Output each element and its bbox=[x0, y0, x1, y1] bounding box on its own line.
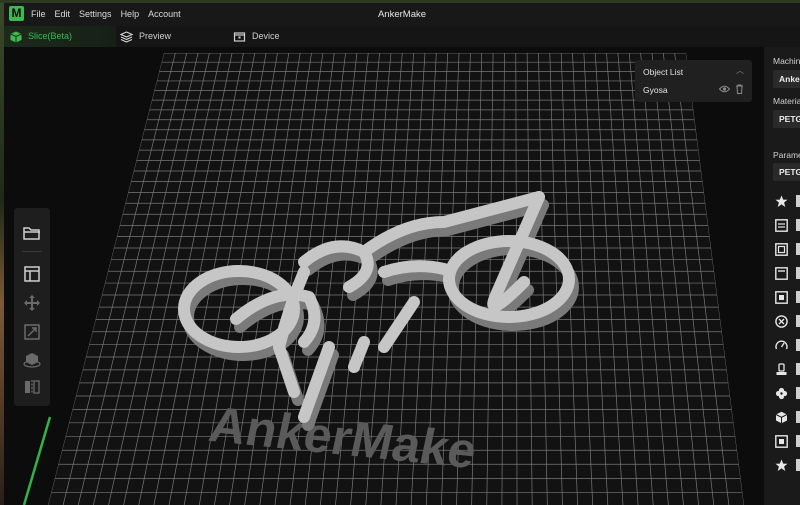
trash-icon[interactable] bbox=[735, 84, 744, 94]
move-icon bbox=[24, 295, 40, 311]
tab-preview-label: Preview bbox=[139, 31, 172, 41]
settings-label-fragment bbox=[796, 339, 800, 351]
scale-button[interactable] bbox=[20, 321, 44, 343]
mirror-button[interactable] bbox=[20, 376, 44, 398]
special-icon[interactable] bbox=[774, 434, 788, 448]
left-toolbar bbox=[14, 208, 50, 406]
machine-label: Machine bbox=[773, 56, 800, 66]
right-settings-panel: Machine Ankei Material PETG Parameters P… bbox=[764, 47, 800, 505]
parameter-select[interactable]: PETG bbox=[773, 163, 800, 181]
layer-height-icon[interactable] bbox=[774, 218, 788, 232]
object-list-item[interactable]: Gyosa bbox=[643, 85, 668, 95]
settings-label-fragment bbox=[796, 315, 800, 327]
machine-select[interactable]: Ankei bbox=[773, 70, 800, 88]
device-icon bbox=[233, 31, 246, 42]
y-axis-indicator bbox=[22, 416, 52, 505]
rotate-button[interactable] bbox=[20, 349, 44, 371]
top-bottom-icon[interactable] bbox=[774, 266, 788, 280]
infill-icon[interactable] bbox=[774, 290, 788, 304]
menu-settings[interactable]: Settings bbox=[79, 3, 112, 26]
parameter-label: Parameters bbox=[773, 150, 800, 160]
rotate-icon bbox=[23, 353, 41, 368]
tab-preview[interactable]: Preview bbox=[120, 26, 171, 47]
settings-label-fragment bbox=[796, 195, 800, 207]
menu-help[interactable]: Help bbox=[121, 3, 140, 26]
layout-icon bbox=[24, 266, 40, 282]
star-icon[interactable] bbox=[774, 458, 788, 472]
layout-button[interactable] bbox=[20, 263, 44, 285]
chevron-up-icon[interactable]: ︿ bbox=[736, 65, 744, 76]
support-icon[interactable] bbox=[774, 314, 788, 328]
layers-icon bbox=[120, 30, 133, 43]
object-list-panel: Object List ︿ Gyosa bbox=[635, 60, 752, 102]
wall-icon[interactable] bbox=[774, 242, 788, 256]
settings-label-fragment bbox=[796, 363, 800, 375]
star-icon[interactable] bbox=[774, 194, 788, 208]
tab-slice[interactable]: Slice(Beta) bbox=[4, 26, 116, 47]
scale-icon bbox=[24, 324, 40, 340]
speed-icon[interactable] bbox=[774, 338, 788, 352]
tab-device[interactable]: Device bbox=[233, 26, 280, 47]
mirror-icon bbox=[25, 380, 40, 394]
viewport-scene: AnkerMake bbox=[22, 53, 744, 505]
move-button[interactable] bbox=[20, 292, 44, 314]
menu-bar: File Edit Settings Help Account bbox=[31, 3, 190, 26]
menu-file[interactable]: File bbox=[31, 3, 46, 26]
material-label: Material bbox=[773, 96, 800, 106]
3d-viewport[interactable]: AnkerMake bbox=[4, 47, 764, 505]
app-logo-icon: M bbox=[9, 6, 24, 21]
settings-label-fragment bbox=[796, 459, 800, 471]
settings-label-fragment bbox=[796, 219, 800, 231]
tab-bar: Slice(Beta) Preview Device bbox=[4, 26, 800, 47]
cooling-icon[interactable] bbox=[774, 386, 788, 400]
menu-edit[interactable]: Edit bbox=[55, 3, 71, 26]
eye-icon[interactable] bbox=[719, 85, 730, 93]
settings-label-fragment bbox=[796, 387, 800, 399]
settings-label-fragment bbox=[796, 267, 800, 279]
open-folder-button[interactable] bbox=[20, 222, 44, 244]
title-bar: M File Edit Settings Help Account AnkerM… bbox=[4, 3, 800, 26]
tab-device-label: Device bbox=[252, 31, 280, 41]
menu-account[interactable]: Account bbox=[148, 3, 181, 26]
tab-slice-label: Slice(Beta) bbox=[28, 31, 73, 41]
toolbar-divider bbox=[22, 251, 42, 252]
open-folder-icon bbox=[23, 227, 40, 240]
settings-label-fragment bbox=[796, 243, 800, 255]
cube-icon bbox=[10, 31, 22, 42]
settings-label-fragment bbox=[796, 291, 800, 303]
settings-label-fragment bbox=[796, 435, 800, 447]
temperature-icon[interactable] bbox=[774, 362, 788, 376]
adhesion-icon[interactable] bbox=[774, 410, 788, 424]
object-list-title: Object List bbox=[643, 67, 684, 77]
material-select[interactable]: PETG bbox=[773, 110, 800, 128]
settings-label-fragment bbox=[796, 411, 800, 423]
